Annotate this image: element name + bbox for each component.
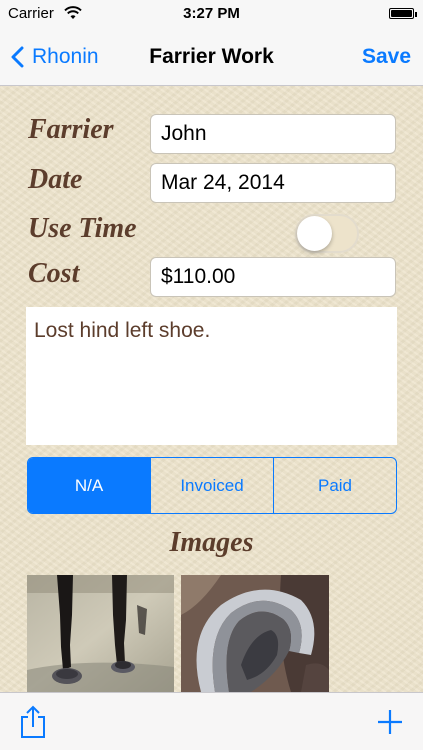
battery-icon xyxy=(389,8,414,19)
images-heading: Images xyxy=(169,527,254,558)
battery-tip xyxy=(415,12,417,17)
use-time-toggle[interactable] xyxy=(295,214,359,253)
save-button[interactable]: Save xyxy=(362,28,411,86)
share-icon[interactable] xyxy=(19,705,47,739)
horse-legs-photo xyxy=(27,575,174,692)
image-thumbnail-horseshoe[interactable] xyxy=(181,575,329,692)
status-bar: Carrier 3:27 PM xyxy=(0,0,423,28)
segment-invoiced[interactable]: Invoiced xyxy=(150,458,273,513)
cost-label: Cost xyxy=(28,258,80,289)
segment-na[interactable]: N/A xyxy=(28,458,150,513)
plus-icon[interactable] xyxy=(377,709,403,735)
use-time-label: Use Time xyxy=(28,213,137,244)
navigation-bar: Rhonin Farrier Work Save xyxy=(0,28,423,86)
date-field[interactable]: Mar 24, 2014 xyxy=(150,163,396,203)
notes-text-area[interactable]: Lost hind left shoe. xyxy=(26,307,397,445)
payment-status-segmented-control: N/A Invoiced Paid xyxy=(27,457,397,514)
farrier-label: Farrier xyxy=(28,114,114,145)
bottom-toolbar xyxy=(0,692,423,750)
back-button[interactable]: Rhonin xyxy=(10,28,99,86)
image-thumbnail-hooves[interactable] xyxy=(27,575,174,692)
cost-field[interactable]: $110.00 xyxy=(150,257,396,297)
chevron-left-icon xyxy=(11,46,24,68)
toggle-knob xyxy=(297,216,332,251)
farrier-field[interactable]: John xyxy=(150,114,396,154)
horseshoe-closeup-photo xyxy=(181,575,329,692)
back-button-label: Rhonin xyxy=(32,45,99,68)
date-label: Date xyxy=(28,164,83,195)
form-content[interactable]: Farrier John Date Mar 24, 2014 Use Time … xyxy=(0,86,423,692)
status-time: 3:27 PM xyxy=(183,5,240,22)
segment-paid[interactable]: Paid xyxy=(273,458,396,513)
